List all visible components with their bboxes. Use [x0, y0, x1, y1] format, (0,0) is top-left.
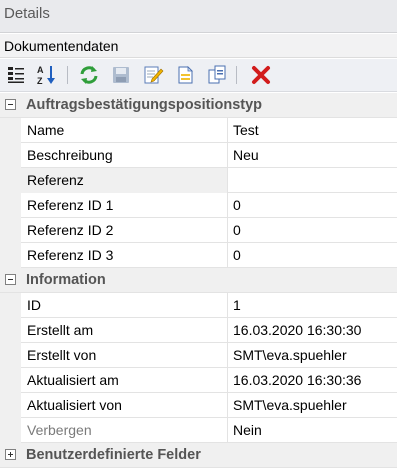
property-name: Name: [21, 118, 228, 143]
property-row-name[interactable]: Name Test: [0, 118, 397, 143]
collapse-toggle-icon[interactable]: [5, 99, 16, 110]
delete-button[interactable]: [248, 62, 274, 88]
section-header: Dokumentendaten: [0, 34, 397, 58]
property-name: Verbergen: [21, 418, 228, 443]
property-value[interactable]: Test: [228, 118, 397, 143]
property-value[interactable]: 1: [228, 293, 397, 318]
save-button[interactable]: [108, 62, 134, 88]
toolbar: A Z: [0, 59, 397, 92]
property-name: Aktualisiert am: [21, 368, 228, 393]
collapse-toggle-icon[interactable]: [5, 274, 16, 285]
svg-text:A: A: [37, 65, 44, 75]
property-row-referenz-id-1[interactable]: Referenz ID 1 0: [0, 193, 397, 218]
property-name: Aktualisiert von: [21, 393, 228, 418]
property-name: Referenz: [21, 168, 228, 193]
category-information[interactable]: Information: [0, 268, 397, 293]
category-label: Auftragsbestätigungspositionstyp: [26, 97, 263, 113]
window-title-bar: Details: [0, 0, 397, 33]
expand-toggle-icon[interactable]: [5, 449, 16, 460]
section-title: Dokumentendaten: [4, 38, 119, 54]
categorized-view-button[interactable]: [3, 62, 29, 88]
property-name: Erstellt am: [21, 318, 228, 343]
refresh-icon: [80, 66, 98, 84]
property-value[interactable]: 16.03.2020 16:30:36: [228, 368, 397, 393]
property-value[interactable]: Neu: [228, 143, 397, 168]
property-value[interactable]: 0: [228, 218, 397, 243]
window-title: Details: [4, 5, 50, 22]
property-name: Referenz ID 2: [21, 218, 228, 243]
category-benutzerdefinierte-felder[interactable]: Benutzerdefinierte Felder: [0, 443, 397, 468]
refresh-button[interactable]: [76, 62, 102, 88]
edit-icon: [144, 66, 164, 84]
sort-alphabetical-button[interactable]: A Z: [34, 62, 60, 88]
svg-text:Z: Z: [37, 76, 43, 86]
property-name: ID: [21, 293, 228, 318]
property-row-aktualisiert-von[interactable]: Aktualisiert von SMT\eva.spuehler: [0, 393, 397, 418]
copy-button[interactable]: [204, 62, 230, 88]
property-row-referenz-id-3[interactable]: Referenz ID 3 0: [0, 243, 397, 268]
toolbar-separator: [67, 66, 68, 84]
property-row-referenz-id-2[interactable]: Referenz ID 2 0: [0, 218, 397, 243]
property-grid: Auftragsbestätigungspositionstyp Name Te…: [0, 93, 397, 468]
property-value[interactable]: 0: [228, 193, 397, 218]
document-icon: [178, 66, 193, 84]
property-row-beschreibung[interactable]: Beschreibung Neu: [0, 143, 397, 168]
property-row-erstellt-von[interactable]: Erstellt von SMT\eva.spuehler: [0, 343, 397, 368]
property-name: Beschreibung: [21, 143, 228, 168]
property-value[interactable]: 0: [228, 243, 397, 268]
save-icon: [113, 67, 129, 83]
delete-icon: [252, 66, 270, 84]
edit-button[interactable]: [140, 62, 166, 88]
category-label: Information: [26, 272, 106, 288]
property-row-aktualisiert-am[interactable]: Aktualisiert am 16.03.2020 16:30:36: [0, 368, 397, 393]
property-value[interactable]: Nein: [228, 418, 397, 443]
category-auftragsbestaetigungspositionstyp[interactable]: Auftragsbestätigungspositionstyp: [0, 93, 397, 118]
property-row-verbergen[interactable]: Verbergen Nein: [0, 418, 397, 443]
toolbar-separator: [236, 66, 237, 84]
categorized-icon: [8, 67, 24, 83]
property-row-referenz[interactable]: Referenz: [0, 168, 397, 193]
property-value[interactable]: SMT\eva.spuehler: [228, 343, 397, 368]
property-name: Erstellt von: [21, 343, 228, 368]
sort-alphabetical-icon: A Z: [37, 65, 55, 86]
document-button[interactable]: [172, 62, 198, 88]
property-value[interactable]: 16.03.2020 16:30:30: [228, 318, 397, 343]
property-row-id[interactable]: ID 1: [0, 293, 397, 318]
property-value[interactable]: [228, 168, 397, 193]
property-name: Referenz ID 3: [21, 243, 228, 268]
property-name: Referenz ID 1: [21, 193, 228, 218]
property-value[interactable]: SMT\eva.spuehler: [228, 393, 397, 418]
category-label: Benutzerdefinierte Felder: [26, 447, 201, 463]
property-row-erstellt-am[interactable]: Erstellt am 16.03.2020 16:30:30: [0, 318, 397, 343]
copy-icon: [208, 65, 226, 84]
